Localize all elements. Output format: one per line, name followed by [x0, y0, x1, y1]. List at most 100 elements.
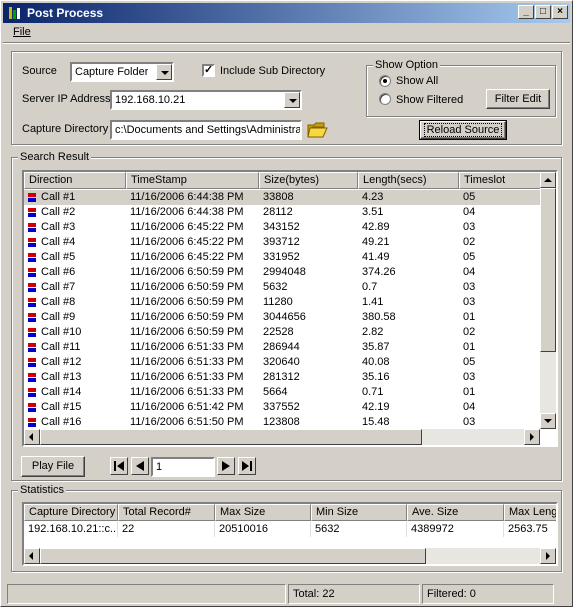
scroll-left-icon[interactable]: [24, 548, 40, 564]
table-cell[interactable]: 05: [459, 250, 549, 265]
column-header[interactable]: Max Size: [215, 504, 311, 521]
table-cell[interactable]: 35.87: [358, 340, 459, 355]
table-cell[interactable]: 3044656: [259, 310, 358, 325]
table-cell[interactable]: 03: [459, 370, 549, 385]
table-cell[interactable]: 11/16/2006 6:50:59 PM: [126, 310, 259, 325]
table-cell[interactable]: 320640: [259, 355, 358, 370]
table-cell[interactable]: 01: [459, 340, 549, 355]
table-cell[interactable]: 11/16/2006 6:45:22 PM: [126, 220, 259, 235]
table-cell[interactable]: 5664: [259, 385, 358, 400]
table-cell[interactable]: 0.7: [358, 280, 459, 295]
table-cell[interactable]: 0.71: [358, 385, 459, 400]
table-cell[interactable]: 01: [459, 310, 549, 325]
filter-edit-button[interactable]: Filter Edit: [486, 89, 550, 109]
table-cell[interactable]: 5632: [259, 280, 358, 295]
table-cell[interactable]: 11/16/2006 6:50:59 PM: [126, 280, 259, 295]
table-cell[interactable]: 20510016: [215, 522, 311, 537]
row-call-name[interactable]: Call #6: [37, 265, 126, 280]
title-bar[interactable]: Post Process _ □ ×: [3, 3, 570, 23]
table-cell[interactable]: 03: [459, 295, 549, 310]
table-cell[interactable]: 42.19: [358, 400, 459, 415]
scroll-up-icon[interactable]: [540, 172, 556, 188]
row-call-name[interactable]: Call #9: [37, 310, 126, 325]
column-header[interactable]: TimeStamp: [126, 172, 259, 189]
table-cell[interactable]: 2994048: [259, 265, 358, 280]
table-cell[interactable]: 11/16/2006 6:50:59 PM: [126, 325, 259, 340]
column-header[interactable]: Max Leng: [504, 504, 556, 521]
row-call-name[interactable]: Call #12: [37, 355, 126, 370]
table-cell[interactable]: 11/16/2006 6:45:22 PM: [126, 235, 259, 250]
table-cell[interactable]: 02: [459, 235, 549, 250]
table-cell[interactable]: 01: [459, 385, 549, 400]
column-header[interactable]: Length(secs): [358, 172, 459, 189]
row-call-name[interactable]: Call #13: [37, 370, 126, 385]
table-cell[interactable]: 22528: [259, 325, 358, 340]
table-cell[interactable]: 3.51: [358, 205, 459, 220]
table-cell[interactable]: 11/16/2006 6:51:50 PM: [126, 415, 259, 430]
close-button[interactable]: ×: [552, 5, 568, 19]
column-header[interactable]: Total Record#: [118, 504, 215, 521]
next-page-button[interactable]: [217, 457, 235, 475]
table-cell[interactable]: 05: [459, 355, 549, 370]
reload-source-button[interactable]: Reload Source: [419, 120, 507, 140]
chevron-down-icon[interactable]: [156, 64, 172, 80]
table-cell[interactable]: 11/16/2006 6:51:33 PM: [126, 370, 259, 385]
row-call-name[interactable]: Call #10: [37, 325, 126, 340]
column-header[interactable]: Ave. Size: [407, 504, 504, 521]
table-cell[interactable]: 337552: [259, 400, 358, 415]
table-cell[interactable]: 33808: [259, 190, 358, 205]
scroll-left-icon[interactable]: [24, 429, 40, 445]
table-cell[interactable]: 123808: [259, 415, 358, 430]
table-cell[interactable]: 380.58: [358, 310, 459, 325]
table-cell[interactable]: 40.08: [358, 355, 459, 370]
menu-file[interactable]: File: [13, 26, 31, 38]
table-cell[interactable]: 28112: [259, 205, 358, 220]
table-cell[interactable]: 35.16: [358, 370, 459, 385]
minimize-button[interactable]: _: [518, 5, 534, 19]
table-cell[interactable]: 22: [118, 522, 215, 537]
row-call-name[interactable]: Call #4: [37, 235, 126, 250]
table-cell[interactable]: 03: [459, 280, 549, 295]
table-cell[interactable]: 2.82: [358, 325, 459, 340]
previous-page-button[interactable]: [131, 457, 149, 475]
table-cell[interactable]: 11/16/2006 6:51:42 PM: [126, 400, 259, 415]
table-cell[interactable]: 11/16/2006 6:44:38 PM: [126, 205, 259, 220]
table-cell[interactable]: 281312: [259, 370, 358, 385]
table-cell[interactable]: 03: [459, 415, 549, 430]
table-cell[interactable]: 1.41: [358, 295, 459, 310]
first-page-button[interactable]: [110, 457, 128, 475]
scroll-right-icon[interactable]: [524, 429, 540, 445]
table-cell[interactable]: 2563.75: [504, 522, 556, 537]
last-page-button[interactable]: [238, 457, 256, 475]
row-call-name[interactable]: Call #15: [37, 400, 126, 415]
scroll-thumb[interactable]: [40, 548, 426, 564]
table-cell[interactable]: 343152: [259, 220, 358, 235]
row-call-name[interactable]: Call #16: [37, 415, 126, 430]
row-call-name[interactable]: Call #5: [37, 250, 126, 265]
table-cell[interactable]: 11/16/2006 6:51:33 PM: [126, 340, 259, 355]
table-cell[interactable]: 331952: [259, 250, 358, 265]
table-cell[interactable]: 4389972: [407, 522, 504, 537]
row-call-name[interactable]: Call #8: [37, 295, 126, 310]
table-cell[interactable]: 11/16/2006 6:50:59 PM: [126, 265, 259, 280]
row-call-name[interactable]: Call #1: [37, 190, 126, 205]
table-cell[interactable]: 15.48: [358, 415, 459, 430]
table-cell[interactable]: 11/16/2006 6:45:22 PM: [126, 250, 259, 265]
table-cell[interactable]: 42.89: [358, 220, 459, 235]
scroll-right-icon[interactable]: [540, 548, 556, 564]
statistics-horizontal-scrollbar[interactable]: [24, 548, 556, 564]
search-result-table[interactable]: Direction TimeStamp Size(bytes) Length(secs…: [22, 170, 558, 447]
capture-directory-input[interactable]: c:\Documents and Settings\Administrat: [110, 120, 302, 140]
table-cell[interactable]: 393712: [259, 235, 358, 250]
source-combo[interactable]: Capture Folder: [70, 62, 174, 82]
result-vertical-scrollbar[interactable]: [540, 172, 556, 429]
row-call-name[interactable]: Call #11: [37, 340, 126, 355]
folder-icon[interactable]: [306, 119, 328, 139]
server-ip-combo[interactable]: 192.168.10.21: [110, 90, 302, 110]
table-cell[interactable]: 4.23: [358, 190, 459, 205]
column-header[interactable]: Direction: [24, 172, 126, 189]
chevron-down-icon[interactable]: [284, 92, 300, 108]
table-cell[interactable]: 286944: [259, 340, 358, 355]
scroll-thumb[interactable]: [540, 188, 556, 352]
table-cell[interactable]: 11/16/2006 6:44:38 PM: [126, 190, 259, 205]
